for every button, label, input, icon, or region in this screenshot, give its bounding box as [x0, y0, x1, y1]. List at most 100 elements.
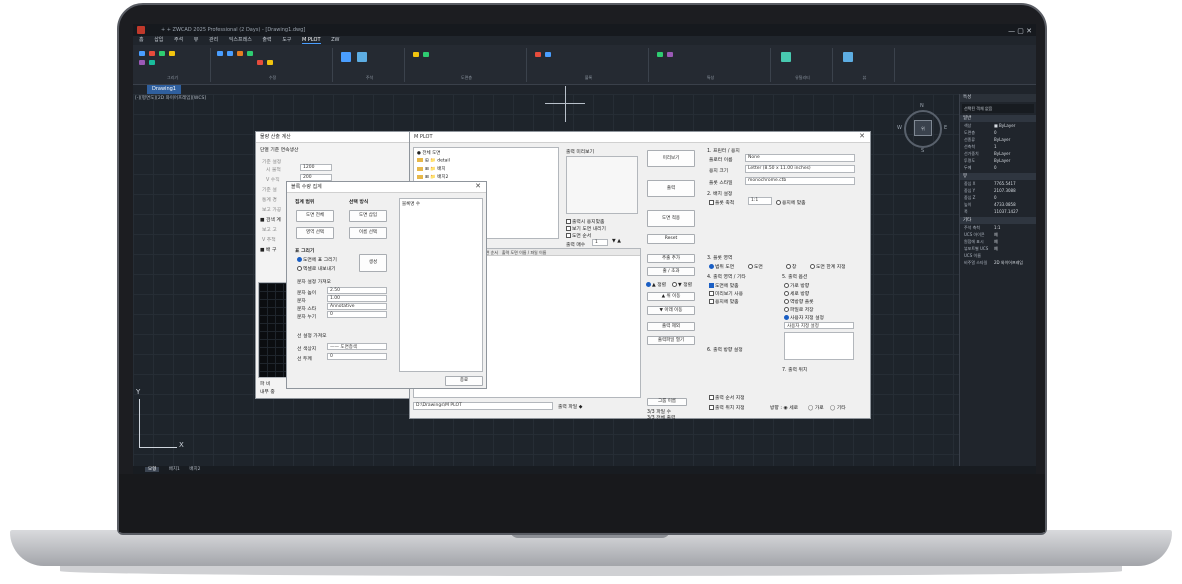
fit-paper-radio[interactable]: 용지에 맞춤 [776, 199, 806, 206]
compass-south[interactable]: S [921, 148, 924, 154]
line-color-select[interactable]: —— 도면층색 [327, 343, 387, 350]
text-icon[interactable] [341, 52, 351, 62]
copy-icon[interactable] [227, 51, 233, 56]
trim-icon[interactable] [257, 60, 263, 65]
opt-landscape-radio[interactable]: 가로 방향 [784, 282, 809, 289]
position-check[interactable]: 출력 위치 지정 [709, 404, 745, 411]
tab-annotate[interactable]: 주석 [174, 37, 183, 43]
status-layout1-tab[interactable]: 배치1 [169, 467, 180, 472]
props-row[interactable]: 투명도 ByLayer [960, 157, 1036, 164]
props-row[interactable]: 폭 11037.1427 [960, 208, 1036, 215]
direction-other[interactable]: ◯ 기타 [830, 404, 846, 411]
output-path[interactable]: D:\Drawings\M PLOT [413, 402, 553, 410]
tree-item[interactable]: ⊞ 📁 detail [417, 158, 450, 164]
props-row[interactable]: 주석 축척 1:1 [960, 224, 1036, 231]
scale-select[interactable]: 1:1 [748, 197, 772, 205]
apply-button[interactable]: 도면 적용 [647, 210, 695, 227]
color-icon[interactable] [657, 52, 663, 57]
check-order[interactable]: 도면 순서 [566, 232, 591, 239]
mirror-icon[interactable] [247, 51, 253, 56]
opt-file-radio[interactable]: 파일로 저장 [784, 306, 814, 313]
insert-drawing-button[interactable]: 도면 삽입 [349, 210, 387, 222]
extend-icon[interactable] [267, 60, 273, 65]
block-count-close-icon[interactable]: ✕ [475, 182, 481, 190]
plot-button[interactable]: 출력 [647, 180, 695, 197]
tab-output[interactable]: 출력 [262, 37, 271, 43]
move-up-button[interactable]: ▲ 위 이동 [647, 292, 695, 301]
arc-icon[interactable] [159, 51, 165, 56]
tab-manage[interactable]: 관리 [209, 37, 218, 43]
check-hide[interactable]: 보기 도면 내리기 [566, 225, 606, 232]
check-fit[interactable]: 출력시 용지맞춤 [566, 218, 604, 225]
reset-button[interactable]: Reset [647, 234, 695, 244]
create-button[interactable]: 생성 [359, 254, 387, 272]
close-button[interactable]: 종료 [445, 376, 483, 386]
props-row[interactable]: UCS 이름 [960, 252, 1036, 259]
props-section-general[interactable]: 일반 [960, 115, 1036, 122]
block-create-icon[interactable] [545, 52, 551, 57]
circle-icon[interactable] [149, 51, 155, 56]
area-drawing-radio[interactable]: 도면 [748, 263, 763, 270]
props-row[interactable]: 비주얼 스타일 2D 와이어프레임 [960, 259, 1036, 266]
quantity-value-field[interactable]: 200 [300, 174, 332, 181]
tab-tools[interactable]: 도구 [282, 37, 291, 43]
custom-textarea[interactable] [784, 332, 854, 360]
open-file-button[interactable]: 출력파일 열기 [647, 336, 695, 345]
add-button[interactable]: 추출 추가 [647, 254, 695, 263]
sort-desc-radio[interactable]: ▼ 정렬 [672, 281, 692, 288]
direction-portrait[interactable]: 방향 : ◉ 세로 [770, 404, 798, 411]
opt-reverse-radio[interactable]: 역방향 플롯 [784, 298, 814, 305]
rect-icon[interactable] [169, 51, 175, 56]
area-select-button[interactable]: 영역 선택 [296, 227, 334, 239]
status-model-tab[interactable]: 모형 [145, 467, 160, 472]
dimension-icon[interactable] [357, 52, 367, 62]
compass-east[interactable]: E [944, 125, 947, 131]
copies-stepper[interactable]: ▼ ▲ [612, 239, 621, 244]
copies-input[interactable]: 1 [592, 239, 608, 246]
hatch-icon[interactable] [149, 60, 155, 65]
compass-west[interactable]: W [897, 125, 902, 131]
quantity-dialog-title[interactable]: 물량 산출 계산 [256, 132, 410, 143]
tab-insert[interactable]: 삽입 [154, 37, 163, 43]
quantity-value-field[interactable]: 1200 [300, 164, 332, 171]
tab-zw[interactable]: ZW [331, 37, 339, 43]
layer-on-icon[interactable] [423, 52, 429, 57]
props-section-view[interactable]: 뷰 [960, 173, 1036, 180]
mplot-title[interactable]: M PLOT [410, 132, 870, 143]
block-insert-icon[interactable] [535, 52, 541, 57]
text-width-input[interactable]: 1.00 [327, 295, 387, 302]
props-row[interactable]: 중심 Z0 [960, 194, 1036, 201]
props-row[interactable]: 선가중치 ByLayer [960, 150, 1036, 157]
props-row[interactable]: 중심 X 7765.5417 [960, 180, 1036, 187]
area-window-radio[interactable]: 창 [786, 263, 796, 270]
props-row[interactable]: 두께 0 [960, 164, 1036, 171]
props-row[interactable]: 선종류 ByLayer [960, 136, 1036, 143]
printer-select[interactable]: None [745, 154, 855, 162]
tree-item[interactable]: ⊞ 📁 배치2 [417, 174, 448, 180]
move-down-button[interactable]: ▼ 아래 이동 [647, 306, 695, 315]
line-icon[interactable] [139, 51, 145, 56]
app-logo-icon[interactable] [137, 26, 145, 34]
props-section-misc[interactable]: 기타 [960, 217, 1036, 224]
opt-portrait-radio[interactable]: 세로 방향 [784, 290, 809, 297]
props-row[interactable]: 도면층 0 [960, 129, 1036, 136]
area-limits-radio[interactable]: 도면 한계 지정 [810, 263, 846, 270]
rotate-icon[interactable] [237, 51, 243, 56]
doc-tab-drawing1[interactable]: Drawing1 [147, 85, 181, 94]
sort-asc-radio[interactable]: ▲ 정렬 [646, 281, 666, 288]
linetype-icon[interactable] [667, 52, 673, 57]
draw-in-drawing-radio[interactable]: 도면에 표 그리기 [297, 256, 337, 263]
group-name-button[interactable]: 그룹 이름 [647, 398, 687, 406]
polyline-icon[interactable] [139, 60, 145, 65]
whole-drawing-button[interactable]: 도면 전체 [296, 210, 334, 222]
props-row[interactable]: UCS 아이콘 예 [960, 231, 1036, 238]
tree-item[interactable]: ⊞ 📁 배치 [417, 166, 446, 172]
viewport-label[interactable]: [-][평면도][2D 와이어프레임][WCS] [135, 95, 206, 101]
move-icon[interactable] [217, 51, 223, 56]
line-weight-select[interactable]: 0 [327, 353, 387, 360]
preview-button[interactable]: 미리보기 [647, 150, 695, 167]
status-layout2-tab[interactable]: 배치2 [189, 467, 200, 472]
props-row[interactable]: 뷰포트별 UCS 예 [960, 245, 1036, 252]
direction-landscape[interactable]: ◯ 가로 [808, 404, 824, 411]
export-excel-radio[interactable]: 엑셀로 내보내기 [297, 265, 335, 272]
